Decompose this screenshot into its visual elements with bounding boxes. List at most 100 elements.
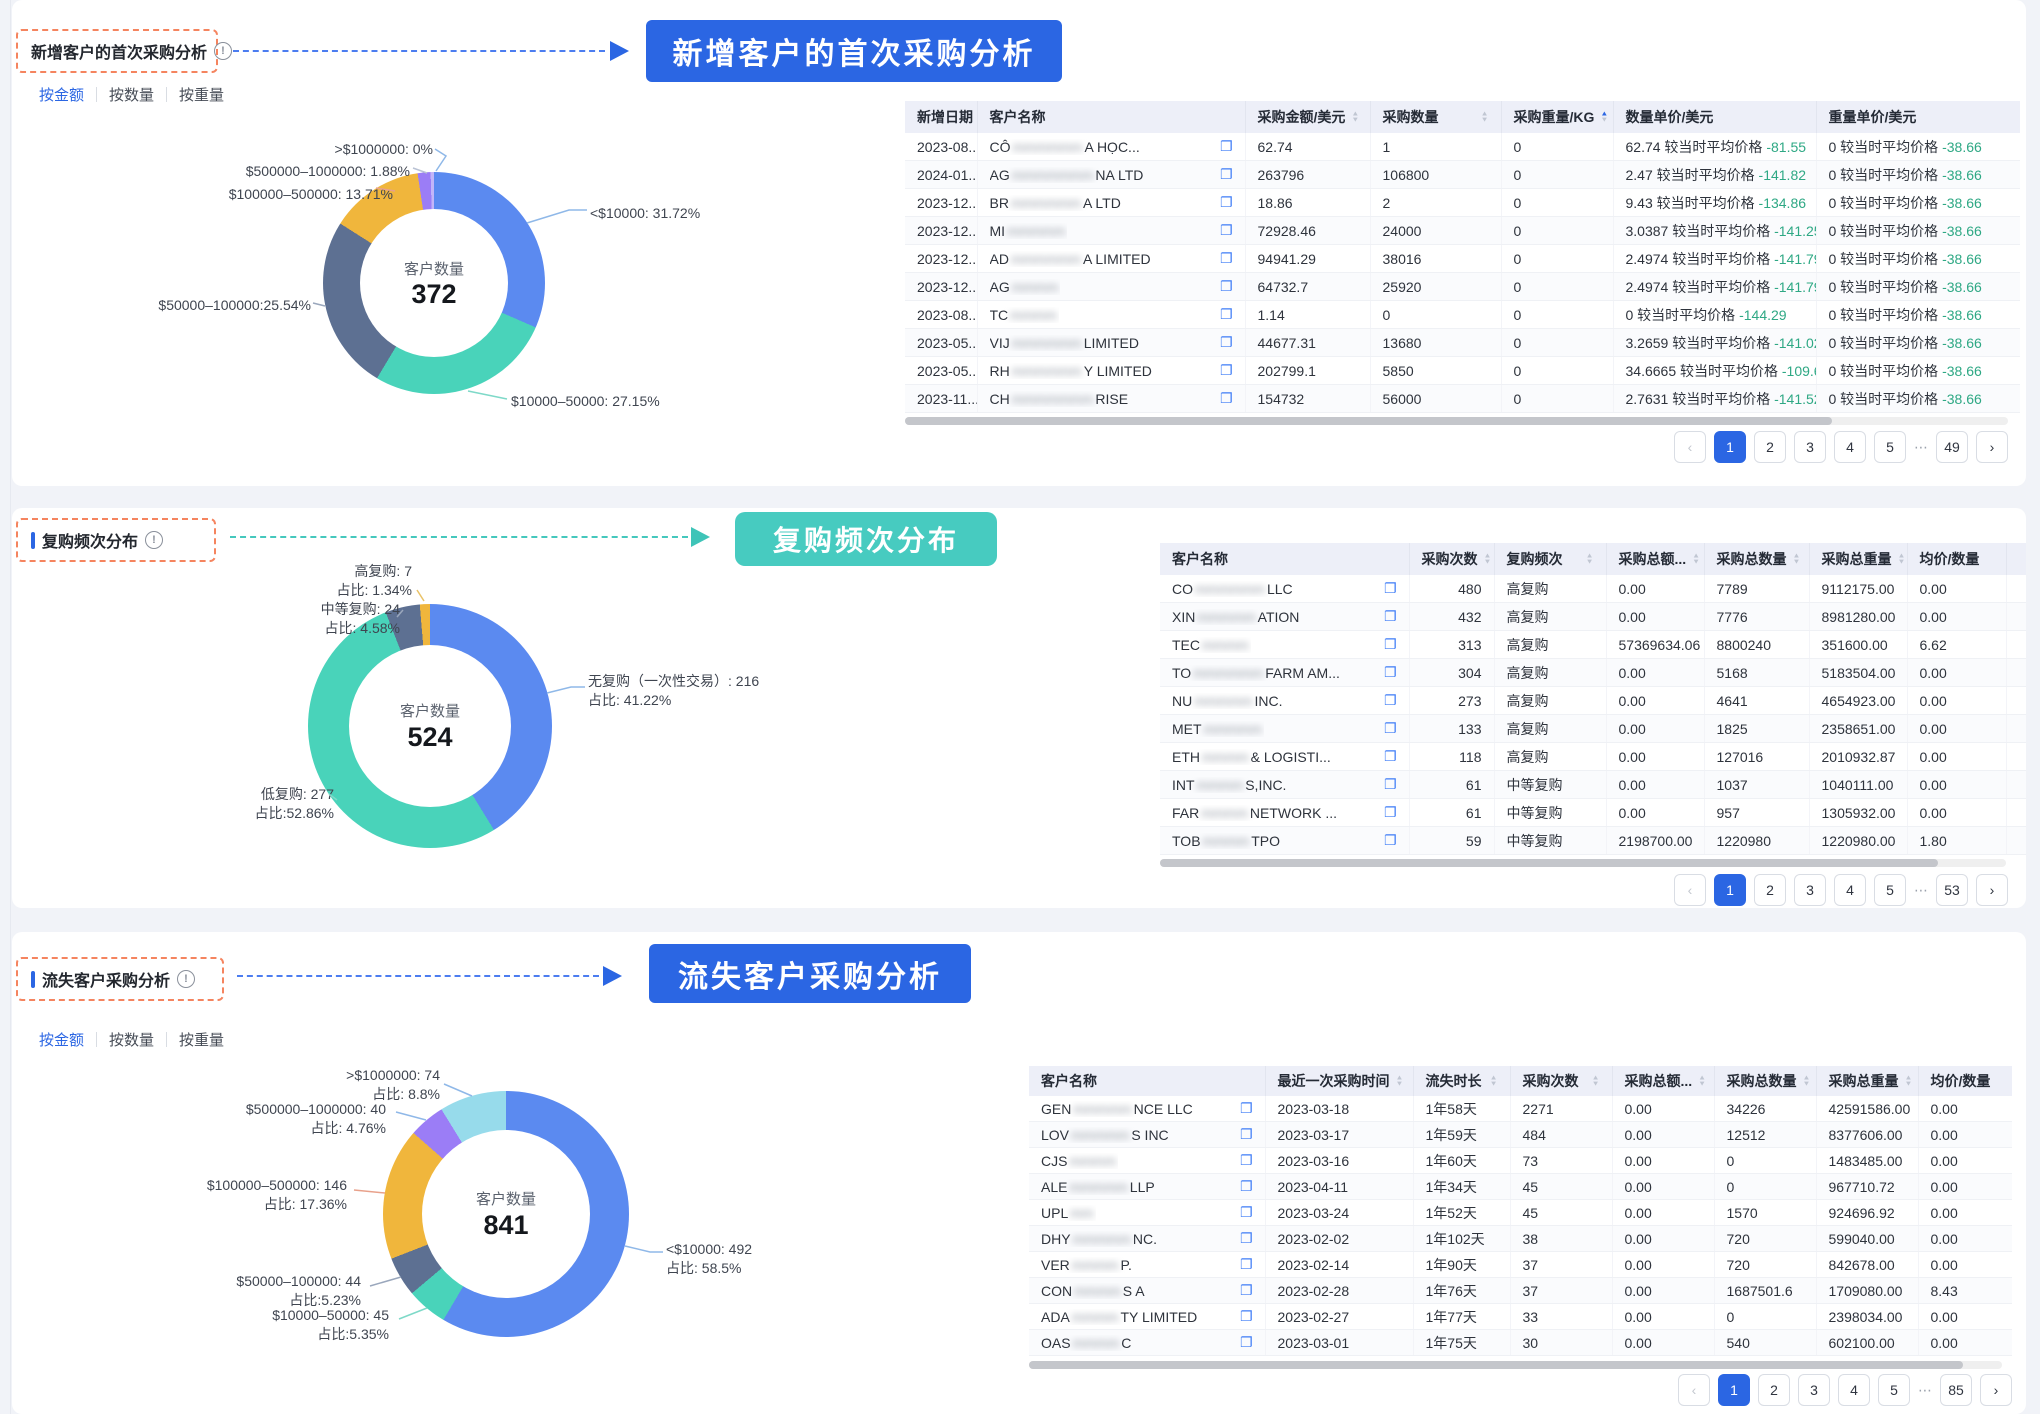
table-row[interactable]: 2023-12... MImmmmm❐ 72928.46 24000 0 3.0…	[905, 217, 2020, 245]
page-button-1[interactable]: 1	[1714, 431, 1746, 463]
page-button-4[interactable]: 4	[1834, 874, 1866, 906]
table-row[interactable]: 2023-12... ADmmmmmmA LIMITED❐ 94941.29 3…	[905, 245, 2020, 273]
table-row[interactable]: TECmmmm❐ 313 高复购 57369634.06 8800240 351…	[1160, 631, 2026, 659]
table-row[interactable]: NUmmmmmINC.❐ 273 高复购 0.00 4641 4654923.0…	[1160, 687, 2026, 715]
table-row[interactable]: TOmmmmmmFARM AM...❐ 304 高复购 0.00 5168 51…	[1160, 659, 2026, 687]
page-button-1[interactable]: 1	[1718, 1374, 1750, 1406]
copy-icon[interactable]: ❐	[1240, 1178, 1253, 1195]
table-row[interactable]: 2023-12... BRmmmmmmA LTD❐ 18.86 2 0 9.43…	[905, 189, 2020, 217]
copy-icon[interactable]: ❐	[1384, 804, 1397, 821]
table-row[interactable]: GENmmmmmNCE LLC❐ 2023-03-18 1年58天 2271 0…	[1029, 1096, 2012, 1122]
table-row[interactable]: LOVmmmmmS INC❐ 2023-03-17 1年59天 484 0.00…	[1029, 1122, 2012, 1148]
sort-icon[interactable]: ▲▼	[1484, 553, 1492, 565]
copy-icon[interactable]: ❐	[1220, 138, 1233, 155]
copy-icon[interactable]: ❐	[1384, 608, 1397, 625]
table-row[interactable]: DHYmmmmmNC.❐ 2023-02-02 1年102天 38 0.00 7…	[1029, 1226, 2012, 1252]
tab-by-quantity[interactable]: 按数量	[109, 84, 154, 105]
copy-icon[interactable]: ❐	[1220, 306, 1233, 323]
table-row[interactable]: CJSmmmm❐ 2023-03-16 1年60天 73 0.00 0 1483…	[1029, 1148, 2012, 1174]
page-button-4[interactable]: 4	[1834, 431, 1866, 463]
page-button-2[interactable]: 2	[1754, 874, 1786, 906]
prev-page-button[interactable]: ‹	[1678, 1374, 1710, 1406]
tab-by-weight[interactable]: 按重量	[179, 84, 224, 105]
page-button-last[interactable]: 53	[1936, 874, 1968, 906]
copy-icon[interactable]: ❐	[1220, 194, 1233, 211]
table-row[interactable]: CONmmmmS A❐ 2023-02-28 1年76天 37 0.00 168…	[1029, 1278, 2012, 1304]
copy-icon[interactable]: ❐	[1240, 1230, 1253, 1247]
table-row[interactable]: 2023-08... CÔmmmmmmA HỌC...❐ 62.74 1 0 6…	[905, 133, 2020, 161]
copy-icon[interactable]: ❐	[1384, 776, 1397, 793]
copy-icon[interactable]: ❐	[1220, 250, 1233, 267]
page-button-5[interactable]: 5	[1874, 874, 1906, 906]
sort-icon[interactable]: ▲▼	[1351, 111, 1359, 123]
copy-icon[interactable]: ❐	[1240, 1308, 1253, 1325]
page-button-3[interactable]: 3	[1794, 431, 1826, 463]
page-button-5[interactable]: 5	[1874, 431, 1906, 463]
table-row[interactable]: FARmmmmNETWORK ...❐ 61 中等复购 0.00 957 130…	[1160, 799, 2026, 827]
tab-by-amount[interactable]: 按金额	[39, 84, 84, 105]
tab-by-weight[interactable]: 按重量	[179, 1029, 224, 1050]
table-row[interactable]: ALEmmmmmLLP❐ 2023-04-11 1年34天 45 0.00 0 …	[1029, 1174, 2012, 1200]
page-button-1[interactable]: 1	[1714, 874, 1746, 906]
table-row[interactable]: 2023-05... VIJmmmmmmLIMITED❐ 44677.31 13…	[905, 329, 2020, 357]
table-row[interactable]: INTmmmmS,INC.❐ 61 中等复购 0.00 1037 1040111…	[1160, 771, 2026, 799]
table-row[interactable]: 2023-12... AGmmmm❐ 64732.7 25920 0 2.497…	[905, 273, 2020, 301]
copy-icon[interactable]: ❐	[1220, 390, 1233, 407]
table-row[interactable]: METmmmmm❐ 133 高复购 0.00 1825 2358651.00 0…	[1160, 715, 2026, 743]
page-button-last[interactable]: 49	[1936, 431, 1968, 463]
sort-icon-active[interactable]: ▲▼	[1600, 111, 1608, 123]
copy-icon[interactable]: ❐	[1220, 222, 1233, 239]
copy-icon[interactable]: ❐	[1240, 1126, 1253, 1143]
copy-icon[interactable]: ❐	[1384, 664, 1397, 681]
prev-page-button[interactable]: ‹	[1674, 431, 1706, 463]
table-row[interactable]: ETHmmmm& LOGISTI...❐ 118 高复购 0.00 127016…	[1160, 743, 2026, 771]
table-row[interactable]: COmmmmmmLLC❐ 480 高复购 0.00 7789 9112175.0…	[1160, 575, 2026, 603]
copy-icon[interactable]: ❐	[1384, 580, 1397, 597]
table-row[interactable]: 2023-08... TCmmmm❐ 1.14 0 0 0 较当时平均价格 -1…	[905, 301, 2020, 329]
page-button-4[interactable]: 4	[1838, 1374, 1870, 1406]
copy-icon[interactable]: ❐	[1240, 1100, 1253, 1117]
copy-icon[interactable]: ❐	[1384, 748, 1397, 765]
table-row[interactable]: TOBmmmmTPO❐ 59 中等复购 2198700.00 1220980 1…	[1160, 827, 2026, 855]
page-button-2[interactable]: 2	[1758, 1374, 1790, 1406]
horizontal-scrollbar[interactable]	[1160, 859, 2006, 867]
table-row[interactable]: VERmmmmP.❐ 2023-02-14 1年90天 37 0.00 720 …	[1029, 1252, 2012, 1278]
copy-icon[interactable]: ❐	[1240, 1256, 1253, 1273]
prev-page-button[interactable]: ‹	[1674, 874, 1706, 906]
copy-icon[interactable]: ❐	[1220, 166, 1233, 183]
sort-icon[interactable]: ▲▼	[1898, 553, 1906, 565]
next-page-button[interactable]: ›	[1976, 874, 2008, 906]
page-button-3[interactable]: 3	[1794, 874, 1826, 906]
sort-icon[interactable]: ▲▼	[1803, 1075, 1811, 1087]
tab-by-amount[interactable]: 按金额	[39, 1029, 84, 1050]
sort-icon[interactable]: ▲▼	[1905, 1075, 1913, 1087]
sort-icon[interactable]: ▲▼	[1396, 1075, 1404, 1087]
copy-icon[interactable]: ❐	[1240, 1204, 1253, 1221]
table-row[interactable]: OASmmmmC❐ 2023-03-01 1年75天 30 0.00 540 6…	[1029, 1330, 2012, 1356]
page-button-2[interactable]: 2	[1754, 431, 1786, 463]
tab-by-quantity[interactable]: 按数量	[109, 1029, 154, 1050]
sort-icon[interactable]: ▲▼	[1698, 1075, 1706, 1087]
table-row[interactable]: 2023-05... RHmmmmmmY LIMITED❐ 202799.1 5…	[905, 357, 2020, 385]
info-icon[interactable]	[177, 970, 195, 988]
next-page-button[interactable]: ›	[1980, 1374, 2012, 1406]
copy-icon[interactable]: ❐	[1384, 832, 1397, 849]
copy-icon[interactable]: ❐	[1384, 720, 1397, 737]
copy-icon[interactable]: ❐	[1384, 636, 1397, 653]
next-page-button[interactable]: ›	[1976, 431, 2008, 463]
page-button-5[interactable]: 5	[1878, 1374, 1910, 1406]
table-row[interactable]: 2023-11... CHmmmmmmmRISE❐ 154732 56000 0…	[905, 385, 2020, 413]
copy-icon[interactable]: ❐	[1384, 692, 1397, 709]
page-button-3[interactable]: 3	[1798, 1374, 1830, 1406]
copy-icon[interactable]: ❐	[1240, 1334, 1253, 1351]
sort-icon[interactable]: ▲▼	[1490, 1075, 1498, 1087]
copy-icon[interactable]: ❐	[1240, 1282, 1253, 1299]
horizontal-scrollbar[interactable]	[905, 417, 2008, 425]
sort-icon[interactable]: ▲▼	[1592, 1075, 1600, 1087]
page-button-last[interactable]: 85	[1940, 1374, 1972, 1406]
info-icon[interactable]	[214, 42, 232, 60]
sort-icon[interactable]: ▲▼	[1793, 553, 1801, 565]
copy-icon[interactable]: ❐	[1240, 1152, 1253, 1169]
table-row[interactable]: UPLmm❐ 2023-03-24 1年52天 45 0.00 1570 924…	[1029, 1200, 2012, 1226]
copy-icon[interactable]: ❐	[1220, 334, 1233, 351]
